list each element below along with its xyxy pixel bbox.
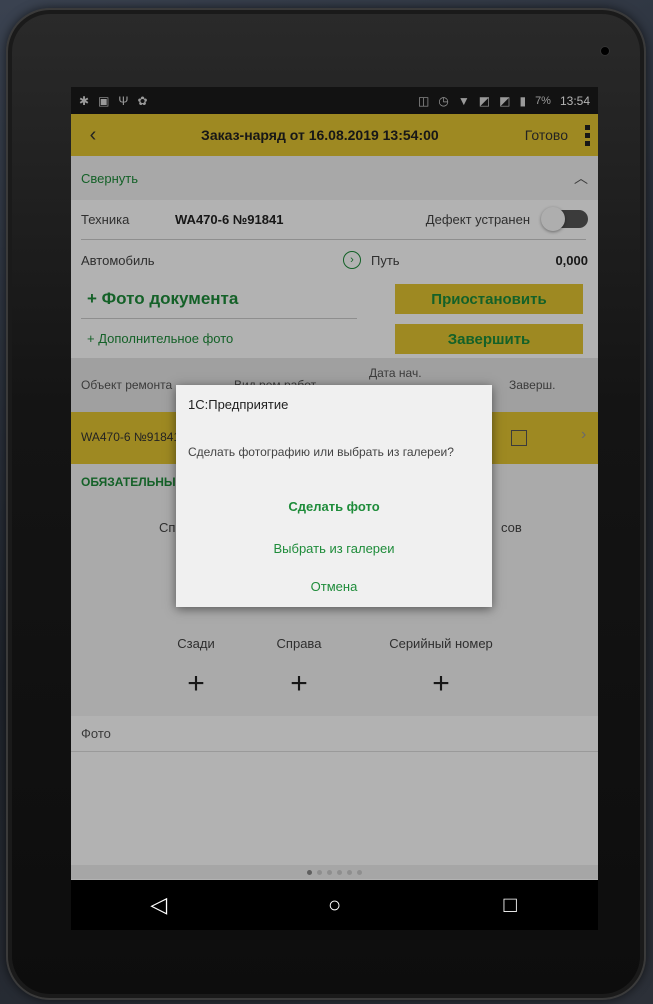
photo-cell-right[interactable]: Справа + [264, 636, 334, 699]
wifi-icon: ▼ [457, 93, 470, 108]
finish-button[interactable]: Завершить [395, 324, 583, 354]
back-triangle-icon[interactable]: ◁ [139, 892, 179, 918]
image-icon: ▣ [98, 93, 110, 108]
app-screen: ✱ ▣ Ψ ✿ ◫ ◷ ▼ ◩ ◩ ▮ 7% 13:54 ‹ Заказ-нар… [71, 87, 598, 917]
defect-fixed-label: Дефект устранен [425, 211, 530, 227]
photo-cell-label: Серийный номер [389, 636, 493, 651]
plus-icon[interactable]: + [264, 669, 334, 699]
page-dot[interactable] [327, 869, 332, 875]
path-value[interactable]: 0,000 [555, 253, 588, 268]
dialog-title: 1С:Предприятие [188, 397, 289, 412]
photo-list [71, 752, 598, 865]
status-bar: ✱ ▣ Ψ ✿ ◫ ◷ ▼ ◩ ◩ ▮ 7% 13:54 [71, 87, 598, 114]
column-header[interactable]: Объект ремонта [81, 378, 172, 392]
usb-icon: Ψ [118, 93, 129, 108]
alarm-icon: ◷ [438, 93, 449, 108]
required-photo-partial-label: Сп [159, 520, 176, 535]
page-title: Заказ-наряд от 16.08.2019 13:54:00 [201, 127, 439, 143]
choose-from-gallery-button[interactable]: Выбрать из галереи [176, 541, 492, 556]
page-dot[interactable] [337, 869, 342, 875]
page-dot[interactable] [357, 869, 362, 875]
defect-fixed-toggle[interactable] [541, 207, 588, 231]
add-extra-photo[interactable]: + Дополнительное фото [71, 323, 361, 353]
dialog-message: Сделать фотографию или выбрать из галере… [188, 445, 454, 459]
row-object: WA470-6 №91841 [81, 430, 181, 444]
chevron-left-icon: ‹ [89, 123, 97, 146]
home-circle-icon[interactable]: ○ [314, 892, 354, 918]
add-document-photo-label: + Фото документа [87, 289, 239, 308]
signal-icon: ◩ [478, 93, 491, 108]
column-header[interactable]: Заверш. [509, 378, 555, 392]
back-button[interactable]: ‹ [71, 124, 115, 147]
front-camera [600, 46, 610, 56]
pause-button[interactable]: Приостановить [395, 284, 583, 314]
add-extra-photo-label: + Дополнительное фото [87, 330, 234, 346]
photo-cell-label: Справа [276, 636, 322, 651]
chevron-right-circle-icon[interactable]: › [343, 251, 361, 269]
done-checkbox[interactable] [511, 430, 527, 446]
page-dot[interactable] [307, 869, 312, 875]
photo-cell-serial[interactable]: Серийный номер + [376, 636, 506, 699]
photo-cell-label: Сзади [177, 636, 215, 651]
add-document-photo[interactable]: + Фото документа [71, 282, 361, 316]
equipment-label: Техника [81, 211, 130, 227]
take-photo-button[interactable]: Сделать фото [176, 499, 492, 514]
required-photo-partial-label: сов [501, 520, 522, 535]
page-dot[interactable] [317, 869, 322, 875]
done-button[interactable]: Готово [525, 127, 576, 143]
equipment-row: Техника WA470-6 №91841 Дефект устранен [71, 200, 598, 238]
plus-icon[interactable]: + [376, 669, 506, 699]
android-debug-icon: ✿ [137, 93, 148, 108]
divider [81, 318, 357, 319]
chevron-up-icon: ︿ [574, 170, 588, 186]
more-menu-icon[interactable] [576, 124, 598, 146]
vibrate-icon: ◫ [418, 93, 430, 108]
choose-photo-dialog: 1С:Предприятие Сделать фотографию или вы… [176, 385, 492, 607]
battery-level: 7% [535, 94, 551, 107]
cancel-button[interactable]: Отмена [176, 579, 492, 594]
collapse-toggle[interactable]: Свернуть ︿ [71, 156, 598, 200]
chevron-right-icon: › [581, 426, 587, 443]
column-header[interactable]: Дата нач. [369, 366, 422, 380]
notification-icon: ✱ [79, 93, 90, 108]
collapse-label: Свернуть [81, 170, 139, 186]
vehicle-label: Автомобиль [81, 252, 155, 268]
page-dot[interactable] [347, 869, 352, 875]
page-indicator [71, 865, 598, 879]
path-label: Путь [371, 252, 400, 268]
vehicle-row: Автомобиль › Путь 0,000 [71, 242, 598, 278]
system-nav-bar: ◁ ○ □ [71, 880, 598, 930]
app-header: ‹ Заказ-наряд от 16.08.2019 13:54:00 Гот… [71, 114, 598, 156]
photo-cell-back[interactable]: Сзади + [161, 636, 231, 699]
photo-section-title: Фото [71, 716, 598, 752]
battery-icon: ▮ [519, 93, 527, 108]
signal-icon: ◩ [499, 93, 511, 108]
equipment-value[interactable]: WA470-6 №91841 [175, 212, 426, 227]
clock: 13:54 [559, 93, 590, 108]
plus-icon[interactable]: + [161, 669, 231, 699]
recents-square-icon[interactable]: □ [490, 892, 530, 918]
divider [81, 239, 586, 240]
